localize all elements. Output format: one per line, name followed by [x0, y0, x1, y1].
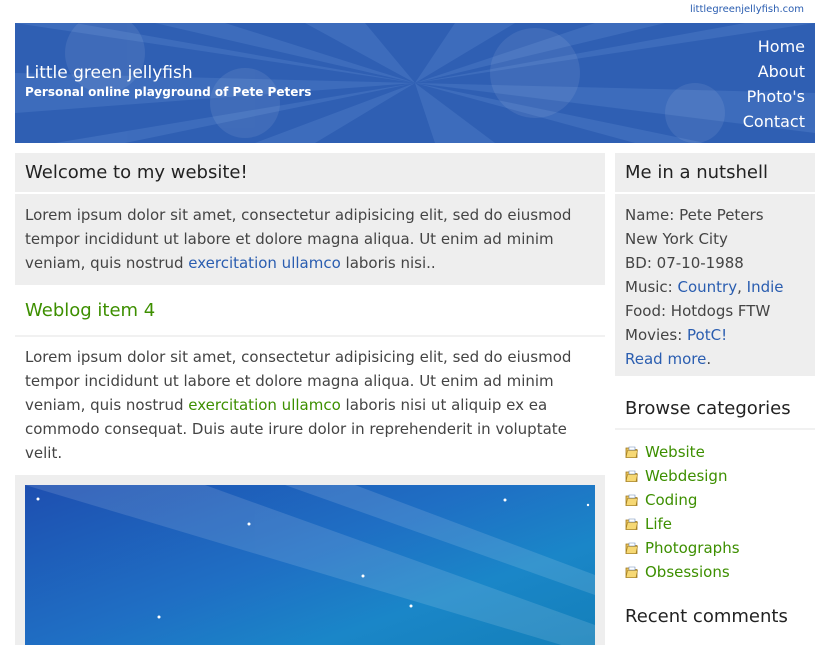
music-indie-link[interactable]: Indie: [747, 278, 784, 296]
main-nav: Home About Photo's Contact: [743, 34, 805, 134]
categories-list: Website Webdesign Coding Life Photograph…: [615, 430, 815, 584]
recent-comments-title: Recent comments: [625, 606, 788, 627]
nav-about[interactable]: About: [743, 59, 805, 84]
header-background: [15, 23, 815, 143]
category-item-webdesign: Webdesign: [625, 464, 805, 488]
music-label: Music:: [625, 278, 678, 296]
category-link[interactable]: Webdesign: [645, 467, 727, 485]
nutshell-box: Me in a nutshell Name: Pete Peters New Y…: [615, 153, 815, 376]
nutshell-name: Name: Pete Peters: [625, 206, 764, 224]
folder-icon: [625, 542, 638, 554]
post-title[interactable]: Weblog item 4: [15, 285, 605, 337]
movies-link[interactable]: PotC!: [687, 326, 727, 344]
folder-icon: [625, 446, 638, 458]
site-title[interactable]: Little green jellyfish: [25, 63, 193, 83]
category-item-obsessions: Obsessions: [625, 560, 805, 584]
music-separator: ,: [737, 278, 747, 296]
read-more-suffix: .: [706, 350, 712, 368]
nutshell-title: Me in a nutshell: [615, 153, 815, 194]
nutshell-city: New York City: [625, 230, 728, 248]
welcome-inline-link[interactable]: exercitation ullamco: [188, 254, 341, 272]
site-domain-link[interactable]: littlegreenjellyfish.com: [690, 4, 804, 15]
recent-comments-section: Recent comments: [615, 584, 815, 636]
music-country-link[interactable]: Country: [678, 278, 738, 296]
category-item-website: Website: [625, 440, 805, 464]
folder-icon: [625, 494, 638, 506]
nutshell-birthday: BD: 07-10-1988: [625, 254, 744, 272]
read-more-link[interactable]: Read more: [625, 350, 706, 368]
post-text: Lorem ipsum dolor sit amet, consectetur …: [15, 337, 605, 475]
post-inline-link[interactable]: exercitation ullamco: [188, 396, 341, 414]
nutshell-read-more: Read more.: [625, 347, 805, 371]
welcome-title: Welcome to my website!: [15, 153, 605, 194]
category-link[interactable]: Life: [645, 515, 672, 533]
folder-icon: [625, 518, 638, 530]
category-item-photographs: Photographs: [625, 536, 805, 560]
photo-stars: [25, 485, 595, 645]
nav-photos[interactable]: Photo's: [743, 84, 805, 109]
nav-home[interactable]: Home: [743, 34, 805, 59]
folder-icon: [625, 470, 638, 482]
nutshell-food: Food: Hotdogs FTW: [625, 302, 771, 320]
movies-label: Movies:: [625, 326, 688, 344]
site-header: Little green jellyfish Personal online p…: [15, 23, 815, 143]
main-content: Welcome to my website! Lorem ipsum dolor…: [15, 153, 605, 645]
category-item-coding: Coding: [625, 488, 805, 512]
site-subtitle: Personal online playground of Pete Peter…: [25, 85, 312, 99]
sidebar: Me in a nutshell Name: Pete Peters New Y…: [615, 153, 815, 636]
category-link[interactable]: Coding: [645, 491, 697, 509]
category-link[interactable]: Website: [645, 443, 705, 461]
category-link[interactable]: Photographs: [645, 539, 740, 557]
categories-section: Browse categories Website Webdesign Codi…: [615, 376, 815, 584]
post-photo[interactable]: [25, 485, 595, 645]
category-item-life: Life: [625, 512, 805, 536]
category-link[interactable]: Obsessions: [645, 563, 730, 581]
nutshell-details: Name: Pete Peters New York City BD: 07-1…: [615, 194, 815, 376]
post-photo-frame: [15, 475, 605, 645]
categories-title: Browse categories: [615, 376, 815, 430]
nutshell-movies: Movies: PotC!: [625, 323, 805, 347]
welcome-text: Lorem ipsum dolor sit amet, consectetur …: [15, 194, 605, 285]
nav-contact[interactable]: Contact: [743, 109, 805, 134]
welcome-box: Welcome to my website! Lorem ipsum dolor…: [15, 153, 605, 285]
folder-icon: [625, 566, 638, 578]
nutshell-music: Music: Country, Indie: [625, 275, 805, 299]
welcome-text-end: laboris nisi..: [340, 254, 436, 272]
weblog-post: Weblog item 4 Lorem ipsum dolor sit amet…: [15, 285, 605, 645]
